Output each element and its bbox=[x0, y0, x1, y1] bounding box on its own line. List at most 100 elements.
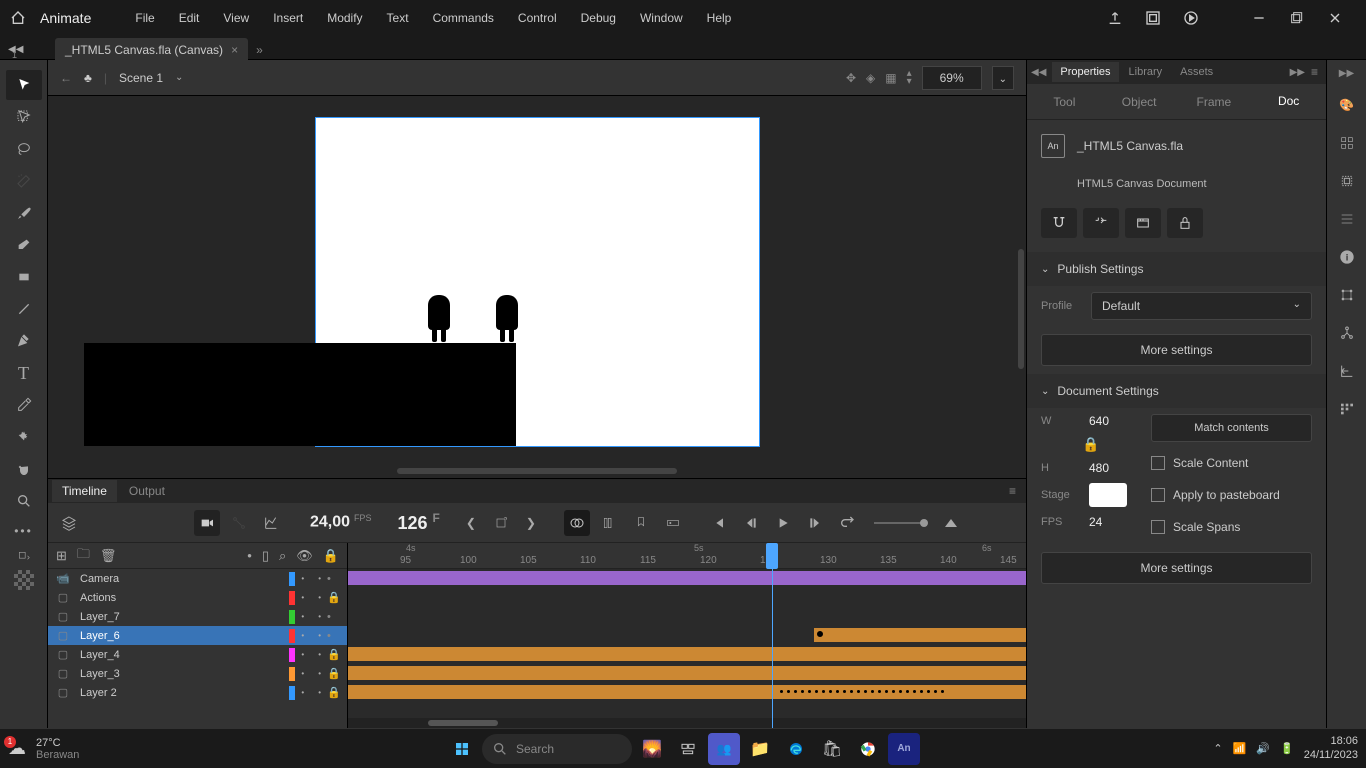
taskbar-weather[interactable]: ☁1 27°CBerawan bbox=[8, 737, 79, 761]
keyframe-dot[interactable] bbox=[899, 690, 902, 693]
transform-icon[interactable] bbox=[1335, 283, 1359, 307]
keyframe-dot[interactable] bbox=[920, 690, 923, 693]
layer-row-layer7[interactable]: ▢Layer_7••• bbox=[48, 607, 347, 626]
new-layer-icon[interactable]: ⊞ bbox=[56, 548, 67, 564]
keyframe-dot[interactable] bbox=[822, 690, 825, 693]
pin-tool[interactable] bbox=[6, 422, 42, 452]
menu-insert[interactable]: Insert bbox=[263, 7, 313, 29]
taskbar-taskview-icon[interactable] bbox=[672, 733, 704, 765]
menu-control[interactable]: Control bbox=[508, 7, 567, 29]
graph-icon[interactable] bbox=[258, 510, 284, 536]
taskbar-teams-icon[interactable]: 👥 bbox=[708, 733, 740, 765]
layers-icon[interactable] bbox=[56, 510, 82, 536]
onion-skin-icon[interactable] bbox=[564, 510, 590, 536]
layer-color-swatch[interactable] bbox=[289, 667, 295, 681]
keyframe-dot[interactable] bbox=[906, 690, 909, 693]
taskbar-animate-icon[interactable]: An bbox=[888, 733, 920, 765]
track-actions[interactable] bbox=[348, 588, 1026, 607]
layer-lock-icon[interactable]: 🔒 bbox=[327, 591, 339, 604]
layer-parenting-icon[interactable] bbox=[226, 510, 252, 536]
step-back-icon[interactable] bbox=[738, 510, 764, 536]
layer-name-label[interactable]: Layer_3 bbox=[80, 668, 283, 680]
layer-color-swatch[interactable] bbox=[289, 686, 295, 700]
match-contents-button[interactable]: Match contents bbox=[1151, 414, 1312, 442]
restore-button[interactable] bbox=[1282, 8, 1312, 28]
more-tools-icon[interactable]: ••• bbox=[14, 524, 33, 538]
scene-name[interactable]: Scene 1 bbox=[119, 71, 163, 85]
home-icon[interactable] bbox=[8, 8, 28, 28]
tab-properties[interactable]: Properties bbox=[1052, 62, 1118, 82]
menu-text[interactable]: Text bbox=[377, 7, 419, 29]
layer-visibility-dot[interactable]: • bbox=[301, 669, 304, 678]
keyframe-dot[interactable] bbox=[927, 690, 930, 693]
scale-content-checkbox[interactable] bbox=[1151, 456, 1165, 470]
layer-lock-icon[interactable]: 🔒 bbox=[327, 686, 339, 699]
layer-row-actions[interactable]: ▢Actions••🔒 bbox=[48, 588, 347, 607]
taskbar-app-1[interactable]: 🌄 bbox=[636, 733, 668, 765]
rotate-view-icon[interactable]: ◈ bbox=[866, 71, 875, 85]
layer-color-swatch[interactable] bbox=[289, 591, 295, 605]
timeline-frame-value[interactable]: 126 bbox=[397, 513, 427, 533]
text-tool[interactable]: T bbox=[6, 358, 42, 388]
layer-outline-dot[interactable]: • bbox=[318, 631, 321, 640]
start-button[interactable] bbox=[446, 733, 478, 765]
marker-icon[interactable] bbox=[628, 510, 654, 536]
scene-back-icon[interactable]: ← bbox=[60, 71, 72, 85]
layer-color-swatch[interactable] bbox=[289, 610, 295, 624]
taskbar-clock[interactable]: 18:06 24/11/2023 bbox=[1304, 735, 1358, 761]
apply-pasteboard-checkbox[interactable] bbox=[1151, 488, 1165, 502]
snap-icon[interactable] bbox=[1041, 208, 1077, 238]
layer-lock-icon[interactable]: • bbox=[327, 630, 339, 642]
keyframe-dot[interactable] bbox=[934, 690, 937, 693]
taskbar-chrome-icon[interactable] bbox=[852, 733, 884, 765]
timeline-ruler[interactable]: 4s5s6s95100105110115120125130135140145 bbox=[348, 543, 1026, 569]
layer-outline-dot[interactable]: • bbox=[318, 593, 321, 602]
canvas-scrollbar-v[interactable] bbox=[1018, 249, 1024, 369]
keyframe-dot[interactable] bbox=[892, 690, 895, 693]
hide-all-icon[interactable]: 👁 bbox=[296, 548, 313, 564]
keyframe-dot[interactable] bbox=[941, 690, 944, 693]
track-layer7[interactable] bbox=[348, 607, 1026, 626]
layer-outline-dot[interactable]: • bbox=[318, 669, 321, 678]
keyframe-dot[interactable] bbox=[808, 690, 811, 693]
close-button[interactable] bbox=[1320, 8, 1350, 28]
canvas-scrollbar-h[interactable] bbox=[397, 468, 677, 474]
layer-color-swatch[interactable] bbox=[289, 629, 295, 643]
timeline-zoom-slider[interactable] bbox=[874, 522, 924, 524]
rectangle-tool[interactable] bbox=[6, 262, 42, 292]
convert-icon[interactable] bbox=[1083, 208, 1119, 238]
width-value[interactable]: 640 bbox=[1089, 414, 1109, 428]
layer-name-label[interactable]: Camera bbox=[80, 573, 283, 585]
layer-row-camera[interactable]: 📹Camera••• bbox=[48, 569, 347, 588]
hide-camera-icon[interactable]: ⌕ bbox=[279, 548, 286, 564]
keyframe-dot[interactable] bbox=[780, 690, 783, 693]
close-tab-icon[interactable]: × bbox=[231, 43, 238, 57]
keyframe-dot[interactable] bbox=[815, 690, 818, 693]
tab-assets[interactable]: Assets bbox=[1172, 62, 1221, 82]
taskbar-edge-icon[interactable] bbox=[780, 733, 812, 765]
layer-lock-icon[interactable]: • bbox=[327, 573, 339, 585]
canvas-area[interactable] bbox=[48, 96, 1026, 478]
track-layer6[interactable] bbox=[814, 628, 1026, 642]
keyframe-dot[interactable] bbox=[864, 690, 867, 693]
zoom-input[interactable]: 69% bbox=[922, 66, 982, 90]
swatches-icon[interactable] bbox=[1335, 131, 1359, 155]
layer-lock-icon[interactable]: 🔒 bbox=[327, 667, 339, 680]
timeline-fit-icon[interactable] bbox=[938, 510, 964, 536]
lasso-tool[interactable] bbox=[6, 134, 42, 164]
track-camera[interactable] bbox=[348, 571, 1026, 585]
keyframe-dot[interactable] bbox=[794, 690, 797, 693]
insert-keyframe-icon[interactable] bbox=[488, 510, 514, 536]
menu-help[interactable]: Help bbox=[697, 7, 742, 29]
stage-shape-ground[interactable] bbox=[84, 343, 516, 446]
layer-outline-dot[interactable]: • bbox=[318, 574, 321, 583]
layer-name-label[interactable]: Actions bbox=[80, 592, 283, 604]
subtab-frame[interactable]: Frame bbox=[1177, 84, 1252, 119]
minimize-button[interactable] bbox=[1244, 8, 1274, 28]
more-settings-button-1[interactable]: More settings bbox=[1041, 334, 1312, 366]
panel-collapse-icon[interactable]: ◀◀ bbox=[1031, 67, 1046, 78]
layer-name-label[interactable]: Layer 2 bbox=[80, 687, 283, 699]
menu-debug[interactable]: Debug bbox=[571, 7, 626, 29]
stage-character-2[interactable] bbox=[496, 295, 518, 343]
film-icon[interactable] bbox=[1125, 208, 1161, 238]
